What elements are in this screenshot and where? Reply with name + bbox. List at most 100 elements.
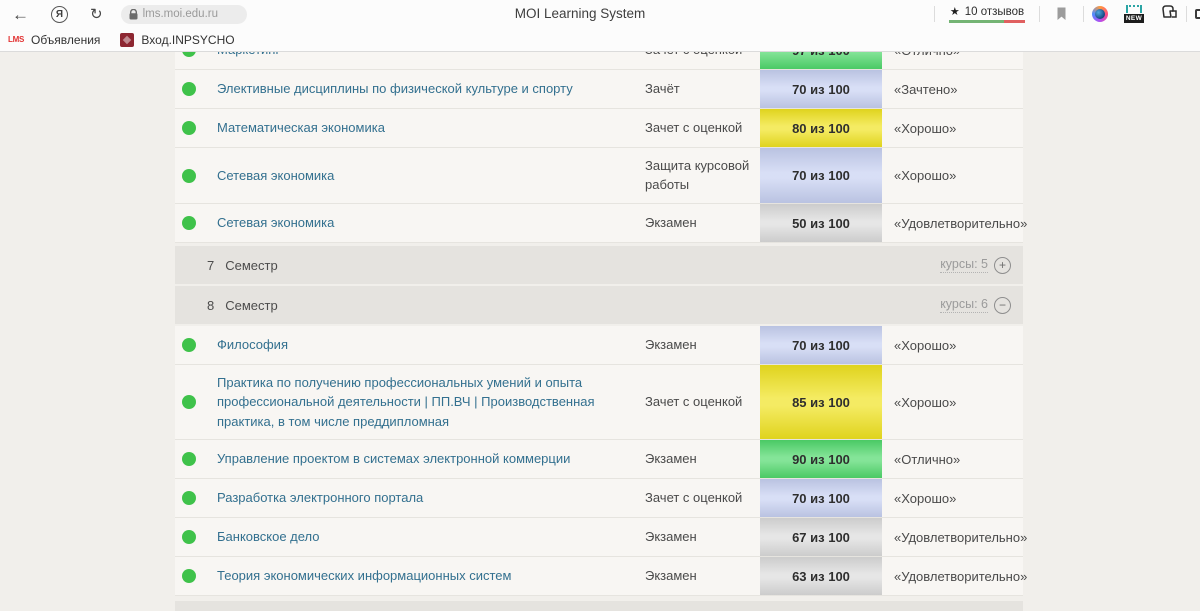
grade-text: «Зачтено» [882,82,1023,97]
semester-label: Семестр [225,258,277,273]
extension-color-wheel-icon[interactable] [1092,6,1108,22]
grade-text: «Отлично» [882,452,1023,467]
url-text: lms.moi.edu.ru [143,8,218,20]
status-dot-icon [182,216,196,230]
table-row: Теория экономических информационных сист… [175,557,1023,596]
score-cell: 90 из 100 [760,440,882,478]
grade-text: «Отлично» [882,52,1023,58]
yandex-icon[interactable]: Я [51,6,68,23]
course-link[interactable]: Элективные дисциплины по физической куль… [217,79,645,99]
lock-icon [129,9,138,20]
exam-type: Зачёт [645,80,760,98]
extension-screenshot-icon[interactable]: NEW [1124,5,1144,23]
rating-bar-positive [949,20,1004,23]
table-row: Философия Экзамен 70 из 100 «Хорошо» [175,326,1023,365]
semester-number: 7 [207,258,214,273]
back-button[interactable]: ← [12,6,29,23]
semester-number: 8 [207,298,214,313]
course-link[interactable]: Сетевая экономика [217,166,645,186]
score-cell: 50 из 100 [760,204,882,242]
separator [1039,6,1040,22]
score-cell: 97 из 100 [760,52,882,69]
exam-type: Экзамен [645,214,760,232]
semester-band-8[interactable]: 8 Семестр курсы: 6 − [175,286,1023,324]
score-cell: 70 из 100 [760,479,882,517]
table-row: Практика по получению профессиональных у… [175,365,1023,440]
status-dot-icon [182,338,196,352]
new-badge: NEW [1124,14,1144,23]
course-link[interactable]: Управление проектом в системах электронн… [217,449,645,469]
address-bar[interactable]: lms.moi.edu.ru [121,5,247,24]
exam-type: Зачет с оценкой [645,119,760,137]
course-link[interactable]: Математическая экономика [217,118,645,138]
page-title: MOI Learning System [300,6,860,21]
status-dot-icon [182,530,196,544]
bookmark-item-announcements[interactable]: LMS Объявления [8,33,100,47]
score-cell: 70 из 100 [760,148,882,203]
score-cell: 85 из 100 [760,365,882,439]
course-link[interactable]: Практика по получению профессиональных у… [217,373,645,432]
score-cell: 80 из 100 [760,109,882,147]
course-link[interactable]: Банковское дело [217,527,645,547]
star-icon: ★ [950,5,960,18]
exam-type: Зачет с оценкой [645,52,760,59]
grade-text: «Хорошо» [882,338,1023,353]
exam-type: Экзамен [645,336,760,354]
table-row: Сетевая экономика Защита курсовой работы… [175,148,1023,204]
status-dot-icon [182,169,196,183]
extension-collections-icon[interactable] [1160,4,1178,25]
table-row: Элективные дисциплины по физической куль… [175,70,1023,109]
reviews-button[interactable]: ★ 10 отзывов [949,5,1025,23]
lms-page: Маркетинг Зачет с оценкой 97 из 100 «Отл… [0,52,1200,611]
collapse-minus-icon[interactable]: − [994,297,1011,314]
exam-type: Экзамен [645,450,760,468]
table-row: Управление проектом в системах электронн… [175,440,1023,479]
exam-type: Зачет с оценкой [645,489,760,507]
reviews-count: 10 отзывов [965,6,1024,18]
grade-text: «Хорошо» [882,121,1023,136]
exam-type: Экзамен [645,528,760,546]
course-link[interactable]: Разработка электронного портала [217,488,645,508]
course-link[interactable]: Сетевая экономика [217,213,645,233]
course-link[interactable]: Маркетинг [217,52,645,60]
exam-type: Защита курсовой работы [645,157,760,193]
course-link[interactable]: Философия [217,335,645,355]
bookmark-flag-icon [1056,7,1067,21]
status-dot-icon [182,121,196,135]
courses-count-link[interactable]: курсы: 6 [940,297,988,313]
separator [934,6,935,22]
table-row: Математическая экономика Зачет с оценкой… [175,109,1023,148]
inpsycho-favicon [120,33,134,47]
expand-plus-icon[interactable]: + [994,257,1011,274]
grade-text: «Удовлетворительно» [882,216,1027,231]
refresh-button[interactable]: ↻ [90,7,103,22]
status-dot-icon [182,52,196,57]
semester-label: Семестр [225,298,277,313]
course-link[interactable]: Теория экономических информационных сист… [217,566,645,586]
semester-band-9[interactable]: 9 Семестр (текущий) курсы: + [175,601,1023,611]
courses-count-link[interactable]: курсы: 5 [940,257,988,273]
table-row: Разработка электронного портала Зачет с … [175,479,1023,518]
grade-text: «Удовлетворительно» [882,530,1027,545]
bookmark-label: Объявления [31,33,100,47]
bookmark-item-inpsycho[interactable]: Вход.INPSYCHO [120,33,234,47]
browser-toolbar: ← Я ↻ lms.moi.edu.ru MOI Learning System… [0,0,1200,28]
separator [1083,6,1084,22]
grade-text: «Хорошо» [882,168,1023,183]
browser-chrome: ← Я ↻ lms.moi.edu.ru MOI Learning System… [0,0,1200,52]
status-dot-icon [182,82,196,96]
exam-type: Экзамен [645,567,760,585]
camera-frame-icon [1126,5,1142,13]
table-row: Маркетинг Зачет с оценкой 97 из 100 «Отл… [175,52,1023,70]
status-dot-icon [182,452,196,466]
rating-bar-negative [1004,20,1025,23]
semester-band-7[interactable]: 7 Семестр курсы: 5 + [175,246,1023,284]
separator [1186,6,1187,22]
cut-off-icon[interactable] [1195,9,1200,19]
toolbar-right: ★ 10 отзывов NEW [934,0,1200,28]
exam-type: Зачет с оценкой [645,393,760,411]
score-cell: 70 из 100 [760,326,882,364]
score-cell: 63 из 100 [760,557,882,595]
table-row: Банковское дело Экзамен 67 из 100 «Удовл… [175,518,1023,557]
bookmark-flag-button[interactable] [1056,7,1067,21]
